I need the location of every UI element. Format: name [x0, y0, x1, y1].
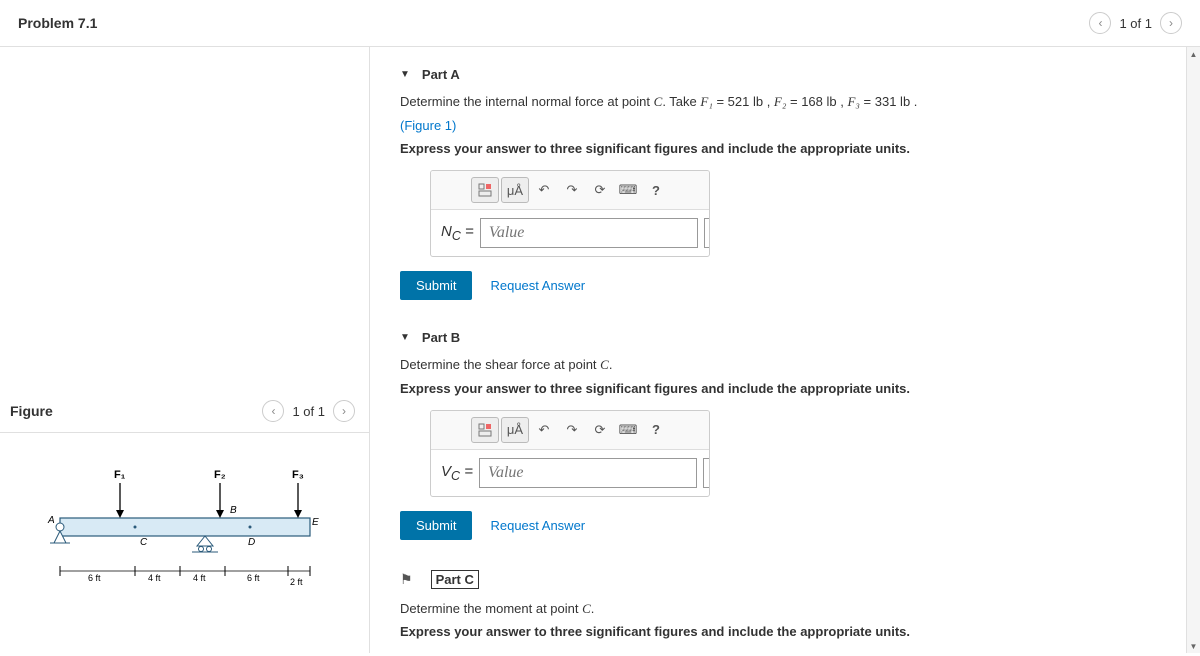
flag-icon[interactable]: ⚑ — [400, 571, 413, 588]
part-c: ⚑ Part C Determine the moment at point C… — [400, 570, 1170, 654]
label-A: A — [47, 515, 55, 526]
part-b-toolbar: μÅ ↶ ↷ ⟳ ⌨ ? — [431, 411, 709, 450]
part-b-submit-button[interactable]: Submit — [400, 511, 472, 540]
redo-icon[interactable]: ↷ — [559, 177, 585, 203]
dim-2ft: 2 ft — [290, 577, 303, 587]
scrollbar[interactable]: ▲ ▼ — [1186, 47, 1200, 653]
part-a-request-answer-link[interactable]: Request Answer — [490, 278, 585, 293]
reset-icon[interactable]: ⟳ — [587, 177, 613, 203]
next-page-button[interactable]: › — [1160, 12, 1182, 34]
help-icon[interactable]: ? — [643, 177, 669, 203]
reset-icon[interactable]: ⟳ — [587, 417, 613, 443]
figure-area: A C B D E F₁ F₂ F₃ 6 ft 4 ft 4 ft — [0, 433, 369, 603]
part-c-instr: Express your answer to three significant… — [400, 624, 1170, 639]
prev-page-button[interactable]: ‹ — [1089, 12, 1111, 34]
figure-1-link[interactable]: (Figure 1) — [400, 118, 456, 133]
collapse-icon[interactable]: ▼ — [400, 69, 410, 80]
figure-header: Figure ‹ 1 of 1 › — [0, 392, 369, 433]
part-a-submit-button[interactable]: Submit — [400, 271, 472, 300]
label-F3: F₃ — [292, 469, 304, 481]
figure-page-count: 1 of 1 — [292, 404, 325, 419]
label-B: B — [230, 505, 237, 516]
template-icon[interactable] — [471, 177, 499, 203]
figure-title: Figure — [10, 403, 53, 419]
part-c-title: Part C — [431, 570, 479, 589]
part-b-prompt: Determine the shear force at point C. — [400, 355, 1170, 375]
figure-next-button[interactable]: › — [333, 400, 355, 422]
page-count: 1 of 1 — [1119, 16, 1152, 31]
beam-figure: A C B D E F₁ F₂ F₃ 6 ft 4 ft 4 ft — [40, 463, 330, 593]
dim-4ft-1: 4 ft — [148, 573, 161, 583]
undo-icon[interactable]: ↶ — [531, 417, 557, 443]
part-c-prompt: Determine the moment at point C. — [400, 599, 1170, 619]
part-b-var: VC = — [441, 463, 473, 483]
dim-6ft-1: 6 ft — [88, 573, 101, 583]
keyboard-icon[interactable]: ⌨ — [615, 417, 641, 443]
problem-title: Problem 7.1 — [18, 15, 97, 31]
label-F1: F₁ — [114, 469, 126, 481]
part-a-value-input[interactable] — [480, 218, 698, 248]
label-F2: F₂ — [214, 469, 226, 481]
undo-icon[interactable]: ↶ — [531, 177, 557, 203]
collapse-icon[interactable]: ▼ — [400, 332, 410, 343]
part-a-units-input[interactable] — [704, 218, 710, 248]
page-nav: ‹ 1 of 1 › — [1089, 12, 1182, 34]
part-b-value-input[interactable] — [479, 458, 697, 488]
redo-icon[interactable]: ↷ — [559, 417, 585, 443]
part-b-units-input[interactable] — [703, 458, 710, 488]
template-icon[interactable] — [471, 417, 499, 443]
part-b: ▼ Part B Determine the shear force at po… — [400, 330, 1170, 540]
part-a: ▼ Part A Determine the internal normal f… — [400, 67, 1170, 300]
greek-icon[interactable]: μÅ — [501, 417, 529, 443]
label-C: C — [140, 537, 148, 548]
dim-6ft-2: 6 ft — [247, 573, 260, 583]
scroll-up-icon[interactable]: ▲ — [1187, 47, 1200, 61]
keyboard-icon[interactable]: ⌨ — [615, 177, 641, 203]
part-b-request-answer-link[interactable]: Request Answer — [490, 518, 585, 533]
greek-icon[interactable]: μÅ — [501, 177, 529, 203]
part-b-answer-box: μÅ ↶ ↷ ⟳ ⌨ ? VC = — [430, 410, 710, 497]
part-a-var: NC = — [441, 223, 474, 243]
part-a-toolbar: μÅ ↶ ↷ ⟳ ⌨ ? — [431, 171, 709, 210]
part-a-instr: Express your answer to three significant… — [400, 141, 1170, 156]
part-a-title: Part A — [422, 67, 460, 82]
label-E: E — [312, 517, 319, 528]
scroll-down-icon[interactable]: ▼ — [1187, 639, 1200, 653]
figure-prev-button[interactable]: ‹ — [262, 400, 284, 422]
left-column: Figure ‹ 1 of 1 › — [0, 47, 370, 653]
part-a-prompt: Determine the internal normal force at p… — [400, 92, 1170, 112]
part-a-answer-box: μÅ ↶ ↷ ⟳ ⌨ ? NC = — [430, 170, 710, 257]
help-icon[interactable]: ? — [643, 417, 669, 443]
label-D: D — [248, 537, 255, 548]
part-b-title: Part B — [422, 330, 460, 345]
dim-4ft-2: 4 ft — [193, 573, 206, 583]
part-b-instr: Express your answer to three significant… — [400, 381, 1170, 396]
page-header: Problem 7.1 ‹ 1 of 1 › — [0, 0, 1200, 47]
right-column: ▼ Part A Determine the internal normal f… — [370, 47, 1200, 653]
